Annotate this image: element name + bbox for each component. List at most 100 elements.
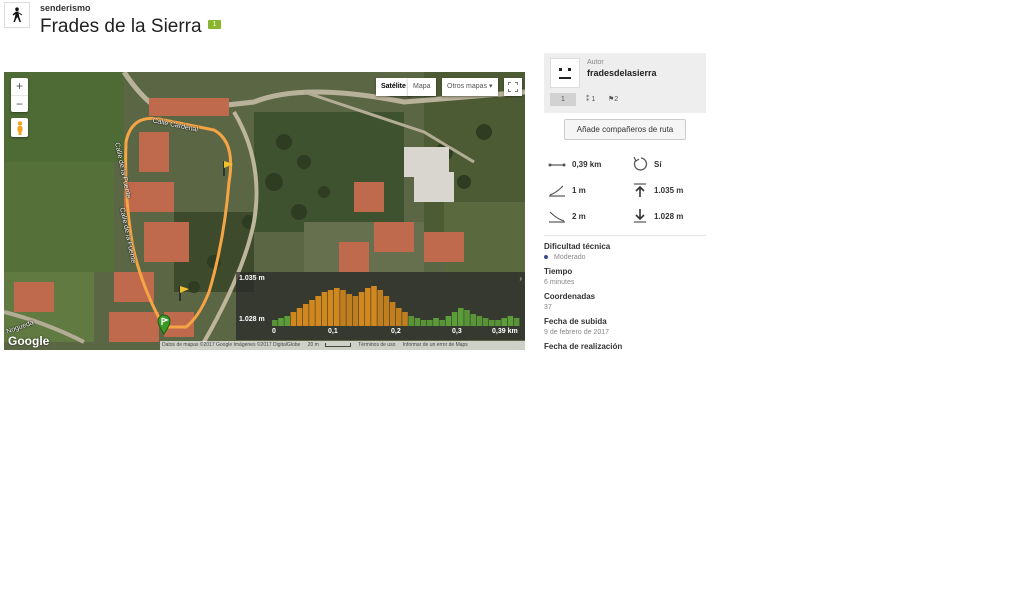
elevation-max-label: 1.035 m xyxy=(239,275,265,282)
maptype-satellite-button[interactable]: Satélite xyxy=(376,78,411,96)
trail-title-text: Frades de la Sierra xyxy=(40,16,202,37)
author-following[interactable]: ⚑2 xyxy=(608,93,618,106)
max-altitude-value: 1.035 m xyxy=(654,185,684,195)
users-icon: ⁑ xyxy=(586,96,590,103)
elevation-bar xyxy=(371,286,377,326)
title-badge: 1 xyxy=(207,20,222,30)
elevation-bar xyxy=(321,292,328,326)
upload-date-value: 9 de febrero de 2017 xyxy=(544,329,609,336)
elevation-bar xyxy=(303,304,309,326)
report-error-link[interactable]: Informar de un error de Maps xyxy=(403,342,468,348)
difficulty-dot xyxy=(544,255,548,260)
elevation-bar xyxy=(365,288,371,326)
coords-label: Coordenadas xyxy=(544,292,596,301)
elevation-bar xyxy=(358,292,365,326)
elevation-bar xyxy=(445,316,452,326)
elevation-tick: 0,3 xyxy=(452,328,462,335)
stat-min-altitude: 1.028 m xyxy=(632,208,683,224)
flag-icon[interactable] xyxy=(178,285,190,301)
elevation-bar xyxy=(513,318,520,326)
elevation-bar xyxy=(414,318,421,326)
time-label: Tiempo xyxy=(544,267,573,276)
elevation-bar xyxy=(383,296,390,326)
arrow-down-icon xyxy=(634,209,646,223)
elevation-bar xyxy=(427,320,433,326)
add-companions-button[interactable]: Añade compañeros de ruta xyxy=(564,119,686,140)
upload-date-label: Fecha de subida xyxy=(544,317,607,326)
map-view[interactable]: Calle Cardenal Calle de la Fuente Calle … xyxy=(4,72,525,350)
author-following-count: 2 xyxy=(614,96,619,103)
activity-type: senderismo xyxy=(40,3,91,13)
arrow-up-icon xyxy=(634,183,646,197)
elevation-bar xyxy=(482,318,489,326)
flag-icon[interactable] xyxy=(222,160,234,176)
attribution-text: Datos de mapas ©2017 Google Imágenes ©20… xyxy=(162,342,301,348)
divider xyxy=(544,235,706,236)
done-date-label: Fecha de realización xyxy=(544,342,623,351)
elevation-bar xyxy=(296,308,303,326)
stat-distance: 0,39 km xyxy=(548,156,601,172)
start-marker-icon[interactable] xyxy=(156,313,172,335)
elevation-bar xyxy=(327,290,334,326)
avatar[interactable] xyxy=(550,58,580,88)
elevation-bar xyxy=(396,308,402,326)
terms-link[interactable]: Términos de uso xyxy=(358,342,395,348)
uphill-icon xyxy=(549,185,565,197)
elevation-tick: 0,39 km xyxy=(492,328,518,335)
elevation-bar xyxy=(389,302,396,326)
fullscreen-button[interactable] xyxy=(504,78,522,96)
loop-icon xyxy=(633,156,648,171)
chevron-right-icon[interactable]: › xyxy=(519,274,522,283)
author-followers[interactable]: ⁑ 1 xyxy=(586,93,595,106)
pegman-icon[interactable] xyxy=(11,118,28,137)
stat-loop: Sí xyxy=(632,156,662,172)
elevation-bar xyxy=(334,288,340,326)
author-trails-count[interactable]: 1 xyxy=(550,93,576,106)
elevation-bar xyxy=(464,310,470,326)
stat-max-altitude: 1.035 m xyxy=(632,182,683,198)
downhill-icon xyxy=(549,211,565,223)
elevation-bar xyxy=(346,294,352,326)
elevation-bar xyxy=(451,312,458,326)
elevation-bar xyxy=(340,290,346,326)
downhill-value: 2 m xyxy=(572,211,586,221)
elevation-bar xyxy=(309,300,315,326)
elevation-bar xyxy=(433,318,439,326)
elevation-bar xyxy=(408,316,414,326)
stat-uphill: 1 m xyxy=(548,182,586,198)
elevation-profile[interactable]: 1.035 m 1.028 m › 0 0,1 0,2 0,3 0,39 km xyxy=(236,272,525,340)
zoom-in-button[interactable]: + xyxy=(11,78,28,95)
elevation-bar xyxy=(501,318,507,326)
elevation-bar xyxy=(495,320,501,326)
elevation-bar xyxy=(420,320,427,326)
stat-downhill: 2 m xyxy=(548,208,586,224)
elevation-bar xyxy=(476,316,483,326)
elevation-bar xyxy=(470,314,476,326)
elevation-tick: 0,1 xyxy=(328,328,338,335)
difficulty-value: Moderado xyxy=(544,254,586,261)
time-value: 6 minutes xyxy=(544,279,575,286)
author-card: Autor fradesdelasierra 1 ⁑ 1 ⚑2 xyxy=(544,53,706,113)
distance-icon xyxy=(548,163,566,167)
elevation-bar xyxy=(272,320,278,326)
author-name[interactable]: fradesdelasierra xyxy=(587,68,657,78)
elevation-bar xyxy=(284,316,290,326)
elevation-tick: 0 xyxy=(272,328,276,335)
elevation-bar xyxy=(458,308,464,326)
trail-page: senderismo Frades de la Sierra 1 Calle C… xyxy=(0,0,1024,609)
maptype-map-button[interactable]: Mapa xyxy=(408,78,436,96)
author-followers-count: 1 xyxy=(591,96,596,103)
zoom-out-button[interactable]: − xyxy=(11,95,28,112)
difficulty-label: Dificultad técnica xyxy=(544,242,611,251)
scale-label: 20 m xyxy=(307,342,319,348)
distance-value: 0,39 km xyxy=(572,159,602,169)
elevation-chart xyxy=(272,286,520,326)
page-title: Frades de la Sierra 1 xyxy=(40,16,222,38)
scale-bar xyxy=(324,342,351,347)
google-logo: Google xyxy=(8,334,50,348)
loop-value: Sí xyxy=(654,159,662,169)
elevation-bar xyxy=(402,312,408,326)
maptype-other-dropdown[interactable]: Otros mapas ▾ xyxy=(442,78,498,96)
elevation-min-label: 1.028 m xyxy=(239,316,265,323)
coords-value: 37 xyxy=(544,304,552,311)
